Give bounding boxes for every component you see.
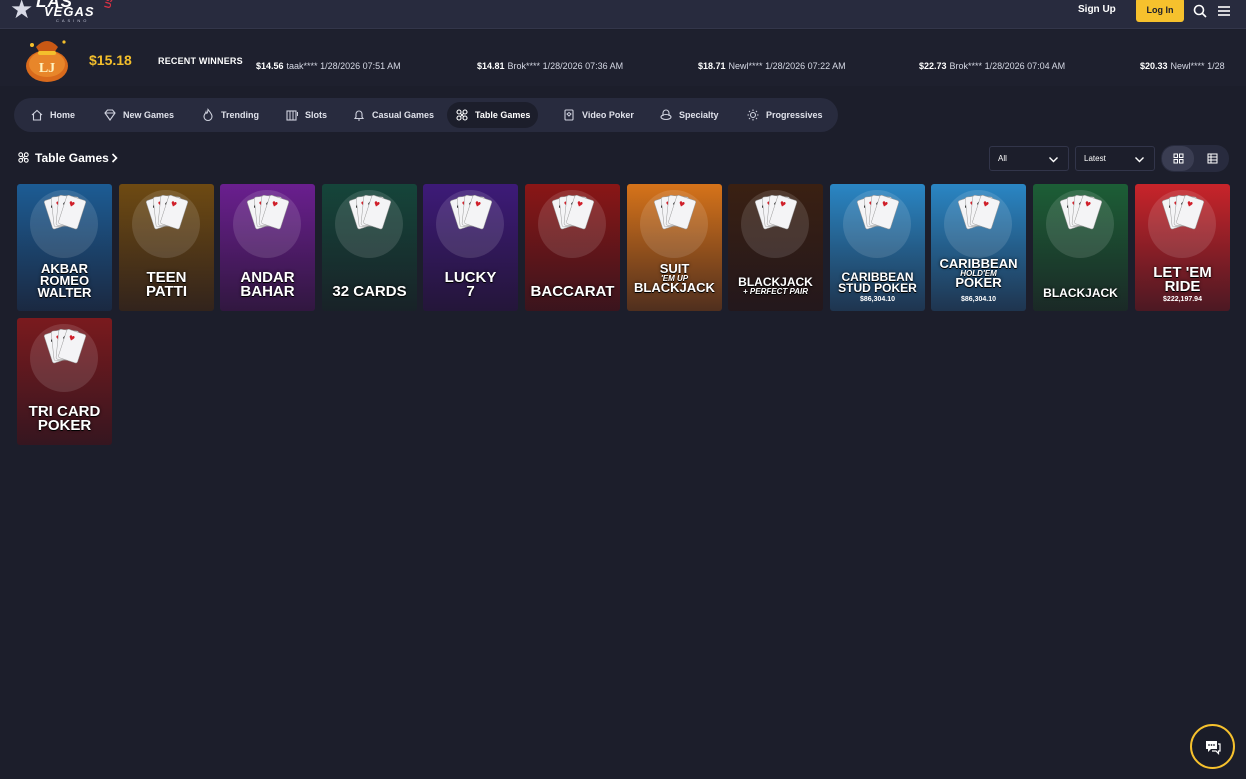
category-slots[interactable]: Slots: [277, 102, 335, 128]
grid-view-icon: [1173, 153, 1184, 164]
view-toggle: [1161, 145, 1229, 172]
game-title: BLACKJACK + PERFECT PAIR: [738, 275, 813, 297]
star-icon: ★: [10, 0, 34, 24]
logo-text-vegas: VEGAS: [44, 4, 95, 19]
table-games-icon: [456, 109, 468, 121]
winner-item: $20.33 Newl**** 1/28: [1140, 61, 1225, 70]
game-card-baccarat[interactable]: ♠♥♠♥ BACCARAT: [525, 184, 620, 311]
game-card-letemride[interactable]: ♠♥♠♥ LET 'EMRIDE$222,197.94: [1135, 184, 1230, 311]
category-progressives[interactable]: Progressives: [738, 102, 831, 128]
category-table-games[interactable]: Table Games: [447, 102, 539, 128]
game-title: BLACKJACK: [1043, 286, 1118, 300]
log-in-button[interactable]: Log In: [1136, 0, 1184, 22]
game-artwork: ♠♥♠♥: [436, 190, 504, 258]
winners-ticker: $14.56 taak**** 1/28/2026 07:51 AM $14.81 B…: [256, 56, 1228, 70]
specialty-icon: [660, 109, 672, 121]
logo-casino-text: CASINO: [56, 18, 90, 23]
game-card-andar[interactable]: ♠♥♠♥ ANDARBAHAR: [220, 184, 315, 311]
game-jackpot: $86,304.10: [859, 296, 896, 303]
category-home[interactable]: Home: [22, 102, 83, 128]
game-title: BACCARAT: [530, 283, 615, 300]
category-nav: Home New Games Trending Slots Casual Gam…: [14, 98, 838, 132]
game-card-bjpp[interactable]: ♠♥♠♥ BLACKJACK+ PERFECT PAIR: [728, 184, 823, 311]
flame-icon: [203, 108, 213, 122]
chevron-right-icon[interactable]: [111, 153, 118, 163]
game-artwork: ♠♥♠♥: [1148, 190, 1216, 258]
category-casual-games[interactable]: Casual Games: [344, 102, 442, 128]
game-card-teen[interactable]: ♠♥♠♥ TEENPATTI: [119, 184, 214, 311]
section-title[interactable]: Table Games: [35, 151, 109, 165]
logo-usa-badge: USA: [102, 0, 117, 9]
game-artwork: ♠♥♠♥: [30, 324, 98, 392]
game-artwork: ♠♥♠♥: [132, 190, 200, 258]
money-bag-icon[interactable]: LJ: [20, 33, 74, 83]
game-card-carstud[interactable]: ♠♥♠♥ CARIBBEANSTUD POKER$86,304.10: [830, 184, 925, 311]
game-artwork: ♠♥♠♥: [538, 190, 606, 258]
game-title: LUCKY 7: [444, 269, 497, 300]
game-card-suit21[interactable]: ♠♥♠♥SUIT'EM UPBLACKJACK: [627, 184, 722, 311]
chat-support-button[interactable]: [1190, 724, 1235, 769]
chevron-down-icon: [1135, 157, 1144, 163]
game-card-lucky7[interactable]: ♠♥♠♥ LUCKY7: [423, 184, 518, 311]
game-title: CARIBBEAN STUD POKER: [838, 270, 917, 296]
home-icon: [31, 109, 43, 121]
chat-support-icon: [1206, 741, 1221, 755]
top-header: ★ LAS VEGAS USA CASINO Sign Up Log In: [0, 0, 1246, 29]
game-title: SUIT 'EM UP BLACKJACK: [634, 261, 715, 296]
list-view-icon: [1207, 153, 1218, 164]
game-card-carholdem[interactable]: ♠♥♠♥CARIBBEANHOLD'EMPOKER$86,304.10: [931, 184, 1026, 311]
game-card-32cards[interactable]: ♠♥♠♥ 32 CARDS: [322, 184, 417, 311]
diamond-icon: [104, 109, 116, 121]
game-jackpot: $222,197.94: [1163, 296, 1202, 303]
category-trending[interactable]: Trending: [193, 102, 267, 128]
game-card-akbar[interactable]: ♠♥♠♥AKBARROMEOWALTER: [17, 184, 112, 311]
game-card-blackjack[interactable]: ♠♥♠♥ BLACKJACK: [1033, 184, 1128, 311]
search-icon[interactable]: [1192, 3, 1208, 19]
category-video-poker[interactable]: Video Poker: [554, 102, 642, 128]
game-card-tricard[interactable]: ♠♥♠♥ TRI CARDPOKER: [17, 318, 112, 445]
video-poker-icon: [564, 109, 574, 121]
winner-item: $22.73 Brok**** 1/28/2026 07:04 AM: [919, 61, 1066, 70]
list-view-button[interactable]: [1196, 146, 1228, 171]
game-title: CARIBBEAN HOLD'EM POKER: [939, 256, 1018, 291]
table-games-icon: [18, 152, 29, 163]
progressives-icon: [747, 109, 759, 121]
svg-text:LJ: LJ: [39, 61, 55, 76]
hamburger-menu-icon[interactable]: [1216, 3, 1232, 19]
winner-item: $14.81 Brok**** 1/28/2026 07:36 AM: [477, 61, 624, 70]
category-new-games[interactable]: New Games: [95, 102, 182, 128]
game-jackpot: $86,304.10: [960, 296, 997, 303]
filter-dropdown[interactable]: All: [989, 146, 1069, 171]
game-artwork: ♠♥♠♥: [233, 190, 301, 258]
category-specialty[interactable]: Specialty: [651, 102, 727, 128]
sign-up-button[interactable]: Sign Up: [1078, 0, 1116, 20]
sort-dropdown[interactable]: Latest: [1075, 146, 1155, 171]
slot-machine-icon: [286, 110, 298, 121]
game-title: TEEN PATTI: [145, 269, 188, 300]
bell-icon: [353, 110, 365, 121]
jackpot-amount: $15.18: [89, 52, 132, 68]
grid-view-button[interactable]: [1162, 146, 1194, 171]
recent-winners-bar: LJ $15.18 RECENT WINNERS $14.56 taak**** …: [0, 30, 1246, 86]
winner-item: $18.71 Newl**** 1/28/2026 07:22 AM: [698, 61, 846, 70]
site-logo[interactable]: ★ LAS VEGAS USA CASINO: [10, 0, 117, 24]
chevron-down-icon: [1049, 157, 1058, 163]
game-title: TRI CARD POKER: [28, 403, 101, 434]
recent-winners-label: RECENT WINNERS: [158, 56, 243, 66]
game-title: AKBAR ROMEO WALTER: [37, 261, 92, 300]
game-artwork: ♠♥♠♥: [843, 190, 911, 258]
game-title: 32 CARDS: [332, 283, 407, 300]
winner-item: $14.56 taak**** 1/28/2026 07:51 AM: [256, 61, 401, 70]
game-title: ANDAR BAHAR: [240, 269, 295, 300]
game-artwork: ♠♥♠♥: [1046, 190, 1114, 258]
game-title: LET 'EM RIDE: [1153, 264, 1212, 295]
game-artwork: ♠♥♠♥: [335, 190, 403, 258]
game-artwork: ♠♥♠♥: [741, 190, 809, 258]
